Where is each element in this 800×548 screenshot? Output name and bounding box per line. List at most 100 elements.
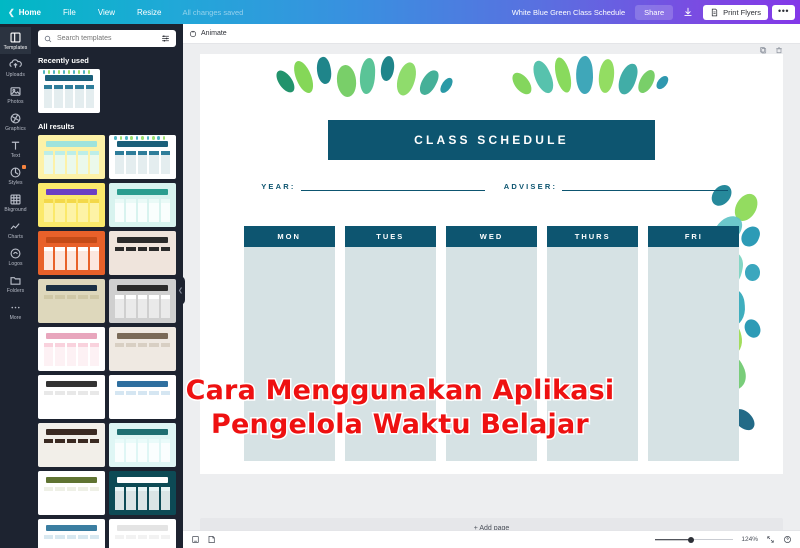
search-bar[interactable] bbox=[38, 30, 176, 47]
template-card[interactable] bbox=[38, 423, 105, 467]
template-card[interactable] bbox=[38, 279, 105, 323]
template-card[interactable] bbox=[38, 231, 105, 275]
document-title[interactable]: White Blue Green Class Schedule bbox=[502, 8, 635, 17]
template-preview bbox=[109, 471, 176, 515]
template-card[interactable] bbox=[109, 423, 176, 467]
decor-leaf bbox=[551, 56, 574, 95]
template-card[interactable] bbox=[38, 471, 105, 515]
adviser-input-line[interactable] bbox=[562, 182, 728, 192]
day-column-thurs[interactable]: THURS bbox=[547, 226, 639, 462]
recent-template-thumb[interactable] bbox=[38, 69, 100, 113]
animate-button[interactable]: Animate bbox=[189, 30, 227, 38]
sidebar-item-uploads[interactable]: Uploads bbox=[0, 54, 31, 81]
template-card[interactable] bbox=[38, 327, 105, 371]
search-input[interactable] bbox=[57, 35, 156, 42]
sidebar-item-label: Text bbox=[10, 153, 21, 159]
print-flyers-label: Print Flyers bbox=[723, 7, 762, 17]
day-body-cell[interactable] bbox=[648, 247, 740, 462]
help-icon[interactable] bbox=[783, 535, 792, 544]
template-card[interactable] bbox=[38, 375, 105, 419]
decor-leaf bbox=[574, 55, 595, 95]
decor-leaf bbox=[745, 264, 760, 281]
template-card[interactable] bbox=[109, 471, 176, 515]
duplicate-page-icon[interactable] bbox=[759, 46, 767, 54]
panel-collapse-handle[interactable]: ❮ bbox=[176, 276, 185, 305]
design-fields: YEAR: ADVISER: bbox=[261, 182, 728, 192]
template-card[interactable] bbox=[109, 327, 176, 371]
view-menu-button[interactable]: View bbox=[87, 0, 126, 24]
design-title-band[interactable]: CLASS SCHEDULE bbox=[328, 120, 655, 161]
sidebar-item-more[interactable]: More bbox=[0, 297, 31, 324]
day-body-cell[interactable] bbox=[446, 247, 537, 462]
share-button[interactable]: Share bbox=[635, 4, 674, 20]
sidebar-item-charts[interactable]: Charts bbox=[0, 216, 31, 243]
notes-icon[interactable] bbox=[207, 535, 216, 544]
day-column-fri[interactable]: FRI bbox=[648, 226, 740, 462]
sidebar-item-folders[interactable]: Folders bbox=[0, 270, 31, 297]
print-flyers-button[interactable]: Print Flyers bbox=[703, 4, 769, 20]
sidebar-item-graphics[interactable]: Graphics bbox=[0, 108, 31, 135]
sidebar-item-logos[interactable]: Logos bbox=[0, 243, 31, 270]
zoom-slider[interactable] bbox=[655, 535, 734, 544]
template-preview bbox=[38, 69, 100, 113]
sidebar-item-bkground[interactable]: Bkground bbox=[0, 189, 31, 216]
zoom-fill bbox=[655, 538, 692, 541]
filter-icon[interactable] bbox=[161, 30, 170, 48]
template-card[interactable] bbox=[109, 183, 176, 227]
sidebar-item-styles[interactable]: Styles bbox=[0, 162, 31, 189]
sidebar-item-text[interactable]: Text bbox=[0, 135, 31, 162]
file-menu-button[interactable]: File bbox=[52, 0, 87, 24]
template-preview bbox=[109, 519, 176, 548]
page-manager-icon[interactable] bbox=[191, 535, 200, 544]
sidebar-item-templates[interactable]: Templates bbox=[0, 27, 31, 54]
design-title: CLASS SCHEDULE bbox=[414, 133, 569, 148]
sidebar-item-label: Logos bbox=[8, 261, 23, 267]
logos-icon bbox=[9, 247, 22, 260]
template-preview bbox=[109, 423, 176, 467]
decor-leaf bbox=[597, 58, 617, 94]
templates-panel: Recently used All results bbox=[31, 24, 183, 548]
sidebar-item-photos[interactable]: Photos bbox=[0, 81, 31, 108]
day-header-label: THURS bbox=[547, 226, 639, 248]
canvas-wrapper: CLASS SCHEDULE YEAR: ADVISER: MON TUES WED… bbox=[183, 44, 800, 510]
day-body-cell[interactable] bbox=[243, 247, 335, 462]
decor-leaf bbox=[634, 67, 659, 96]
template-card[interactable] bbox=[109, 519, 176, 548]
template-preview bbox=[38, 375, 105, 419]
search-icon bbox=[44, 35, 52, 42]
day-body-cell[interactable] bbox=[547, 247, 639, 462]
charts-icon bbox=[9, 220, 22, 233]
template-preview bbox=[109, 231, 176, 275]
year-field[interactable]: YEAR: bbox=[261, 182, 486, 192]
top-menu-right-group: White Blue Green Class Schedule Share Pr… bbox=[502, 0, 800, 24]
more-options-button[interactable]: ••• bbox=[772, 4, 795, 20]
day-column-mon[interactable]: MON bbox=[243, 226, 335, 462]
template-preview bbox=[38, 279, 105, 323]
home-button[interactable]: ❮ Home bbox=[0, 0, 52, 24]
recently-used-title: Recently used bbox=[38, 56, 89, 65]
template-card[interactable] bbox=[109, 231, 176, 275]
template-card[interactable] bbox=[38, 183, 105, 227]
day-column-tues[interactable]: TUES bbox=[344, 226, 436, 462]
template-preview bbox=[109, 135, 176, 179]
template-card[interactable] bbox=[109, 375, 176, 419]
fullscreen-icon[interactable] bbox=[766, 535, 775, 544]
template-preview bbox=[38, 231, 105, 275]
day-column-wed[interactable]: WED bbox=[446, 226, 537, 462]
delete-page-icon[interactable] bbox=[775, 46, 783, 54]
design-canvas[interactable]: CLASS SCHEDULE YEAR: ADVISER: MON TUES WED… bbox=[200, 54, 783, 474]
sidebar-item-label: Charts bbox=[7, 234, 24, 240]
day-body-cell[interactable] bbox=[344, 247, 436, 462]
zoom-knob[interactable] bbox=[688, 536, 695, 543]
template-card[interactable] bbox=[38, 519, 105, 548]
resize-button[interactable]: Resize bbox=[126, 0, 172, 24]
year-input-line[interactable] bbox=[300, 182, 486, 192]
animate-icon bbox=[189, 30, 197, 37]
template-card[interactable] bbox=[38, 135, 105, 179]
download-button[interactable] bbox=[677, 4, 699, 21]
sidebar-item-label: Graphics bbox=[5, 126, 26, 132]
template-card[interactable] bbox=[109, 135, 176, 179]
decor-leaf bbox=[290, 58, 318, 96]
template-card[interactable] bbox=[109, 279, 176, 323]
adviser-field[interactable]: ADVISER: bbox=[504, 182, 728, 192]
